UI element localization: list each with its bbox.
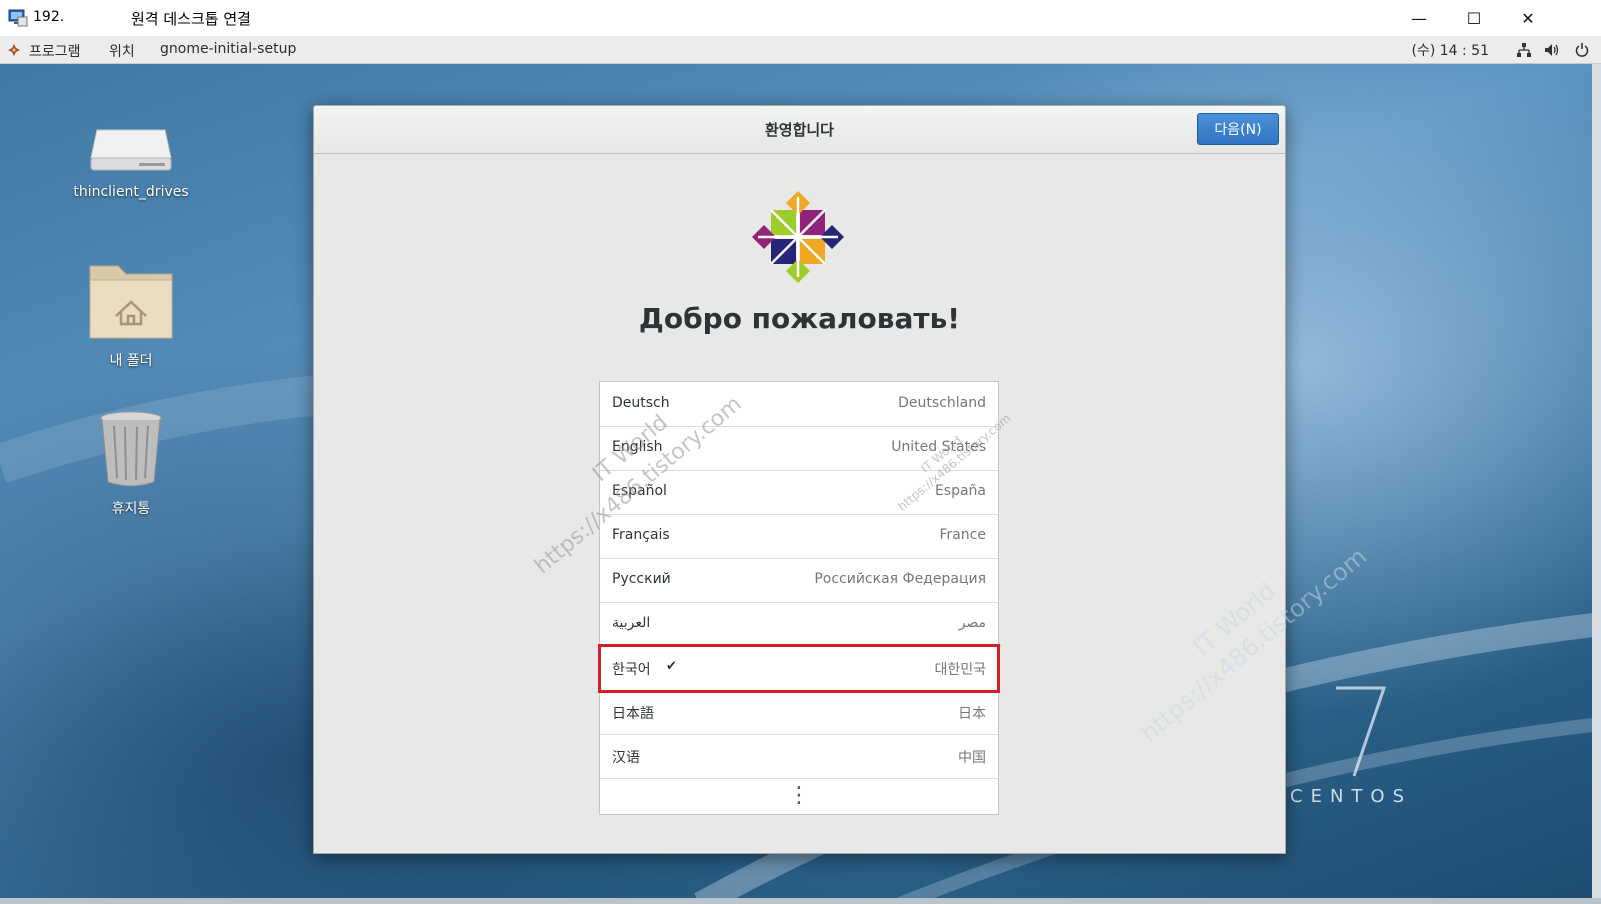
centos-7-graphic xyxy=(1336,686,1387,777)
language-region: 대한민국 xyxy=(934,662,986,678)
language-name: 日本語 xyxy=(612,706,654,722)
power-icon[interactable] xyxy=(1575,43,1589,57)
language-region: España xyxy=(934,483,986,499)
language-row-english[interactable]: English United States xyxy=(600,426,998,471)
language-list: Deutsch Deutschland English United State… xyxy=(598,381,1000,815)
language-name: Español xyxy=(612,483,667,499)
more-languages-button[interactable]: ⋮ xyxy=(600,778,998,814)
active-app-menu[interactable]: gnome-initial-setup xyxy=(160,41,296,57)
close-button[interactable]: ✕ xyxy=(1502,0,1554,36)
language-row-japanese[interactable]: 日本語 日本 xyxy=(600,690,998,735)
language-row-espanol[interactable]: Español España xyxy=(600,470,998,515)
rdp-host-ip: 192. xyxy=(33,9,65,25)
language-row-arabic[interactable]: العربية مصر xyxy=(600,602,998,647)
home-folder-icon xyxy=(89,265,173,339)
minimize-button[interactable]: — xyxy=(1393,0,1445,36)
volume-icon[interactable] xyxy=(1545,43,1561,57)
language-region: France xyxy=(939,527,986,543)
language-row-chinese[interactable]: 汉语 中国 xyxy=(600,734,998,779)
language-region: Российская Федерация xyxy=(814,571,986,587)
rdp-window-title: 원격 데스크톱 연결 xyxy=(131,10,251,28)
desktop-icon-trash[interactable]: 휴지통 xyxy=(71,410,191,518)
language-name: العربية xyxy=(612,615,651,631)
language-name: Русский xyxy=(612,571,671,587)
language-name: Français xyxy=(612,527,670,543)
network-icon[interactable] xyxy=(1517,43,1531,57)
applications-menu-icon xyxy=(8,44,20,56)
desktop-edge xyxy=(1592,64,1601,904)
language-name: English xyxy=(612,439,663,455)
welcome-heading: Добро пожаловать! xyxy=(638,302,961,335)
language-region: Deutschland xyxy=(898,395,986,411)
dialog-header: 환영합니다 다음(N) xyxy=(314,106,1285,154)
centos-logo-icon xyxy=(752,191,844,283)
language-row-francais[interactable]: Français France xyxy=(600,514,998,559)
drive-icon xyxy=(90,129,172,171)
close-icon: ✕ xyxy=(1521,8,1535,28)
dialog-title: 환영합니다 xyxy=(764,121,834,139)
clock[interactable]: (수) 14 : 51 xyxy=(1411,40,1489,60)
language-row-korean[interactable]: 한국어 ✔ 대한민국 xyxy=(598,644,1000,693)
language-region: United States xyxy=(891,439,986,455)
more-vertical-icon: ⋮ xyxy=(788,783,810,808)
minimize-icon: — xyxy=(1411,8,1427,28)
system-tray: (수) 14 : 51 xyxy=(1411,40,1589,60)
maximize-icon: ☐ xyxy=(1466,8,1482,28)
desktop-icon-home-folder[interactable]: 내 폴더 xyxy=(71,260,191,370)
language-row-deutsch[interactable]: Deutsch Deutschland xyxy=(600,382,998,427)
language-region: مصر xyxy=(958,615,986,631)
desktop-icon-thinclient-drives[interactable]: thinclient_drives xyxy=(71,124,191,200)
language-name: 한국어 xyxy=(612,662,651,678)
desktop-icon-label: 휴지통 xyxy=(111,501,151,517)
maximize-button[interactable]: ☐ xyxy=(1448,0,1500,36)
initial-setup-dialog: 환영합니다 다음(N) Добро пожаловать! Deutsch De… xyxy=(313,105,1286,854)
trash-icon xyxy=(100,411,162,487)
taskbar-edge xyxy=(0,898,1601,904)
gnome-top-panel: 프로그램 위치 gnome-initial-setup (수) 14 : 51 xyxy=(0,36,1601,64)
checkmark-icon: ✔ xyxy=(666,659,677,674)
language-name: Deutsch xyxy=(612,395,670,411)
language-region: 日本 xyxy=(958,706,986,722)
desktop-icon-label: 내 폴더 xyxy=(109,353,153,369)
centos-brand-text: CENTOS xyxy=(1290,786,1412,807)
remote-desktop-icon xyxy=(8,9,28,27)
language-region: 中国 xyxy=(958,750,986,766)
places-menu[interactable]: 위치 xyxy=(109,41,135,61)
language-name: 汉语 xyxy=(612,750,640,766)
desktop-icon-label: thinclient_drives xyxy=(73,184,189,200)
applications-menu[interactable]: 프로그램 xyxy=(29,41,81,61)
language-row-russian[interactable]: Русский Российская Федерация xyxy=(600,558,998,603)
rdp-titlebar: 192. 원격 데스크톱 연결 — ☐ ✕ xyxy=(0,0,1601,36)
next-button[interactable]: 다음(N) xyxy=(1197,113,1279,145)
